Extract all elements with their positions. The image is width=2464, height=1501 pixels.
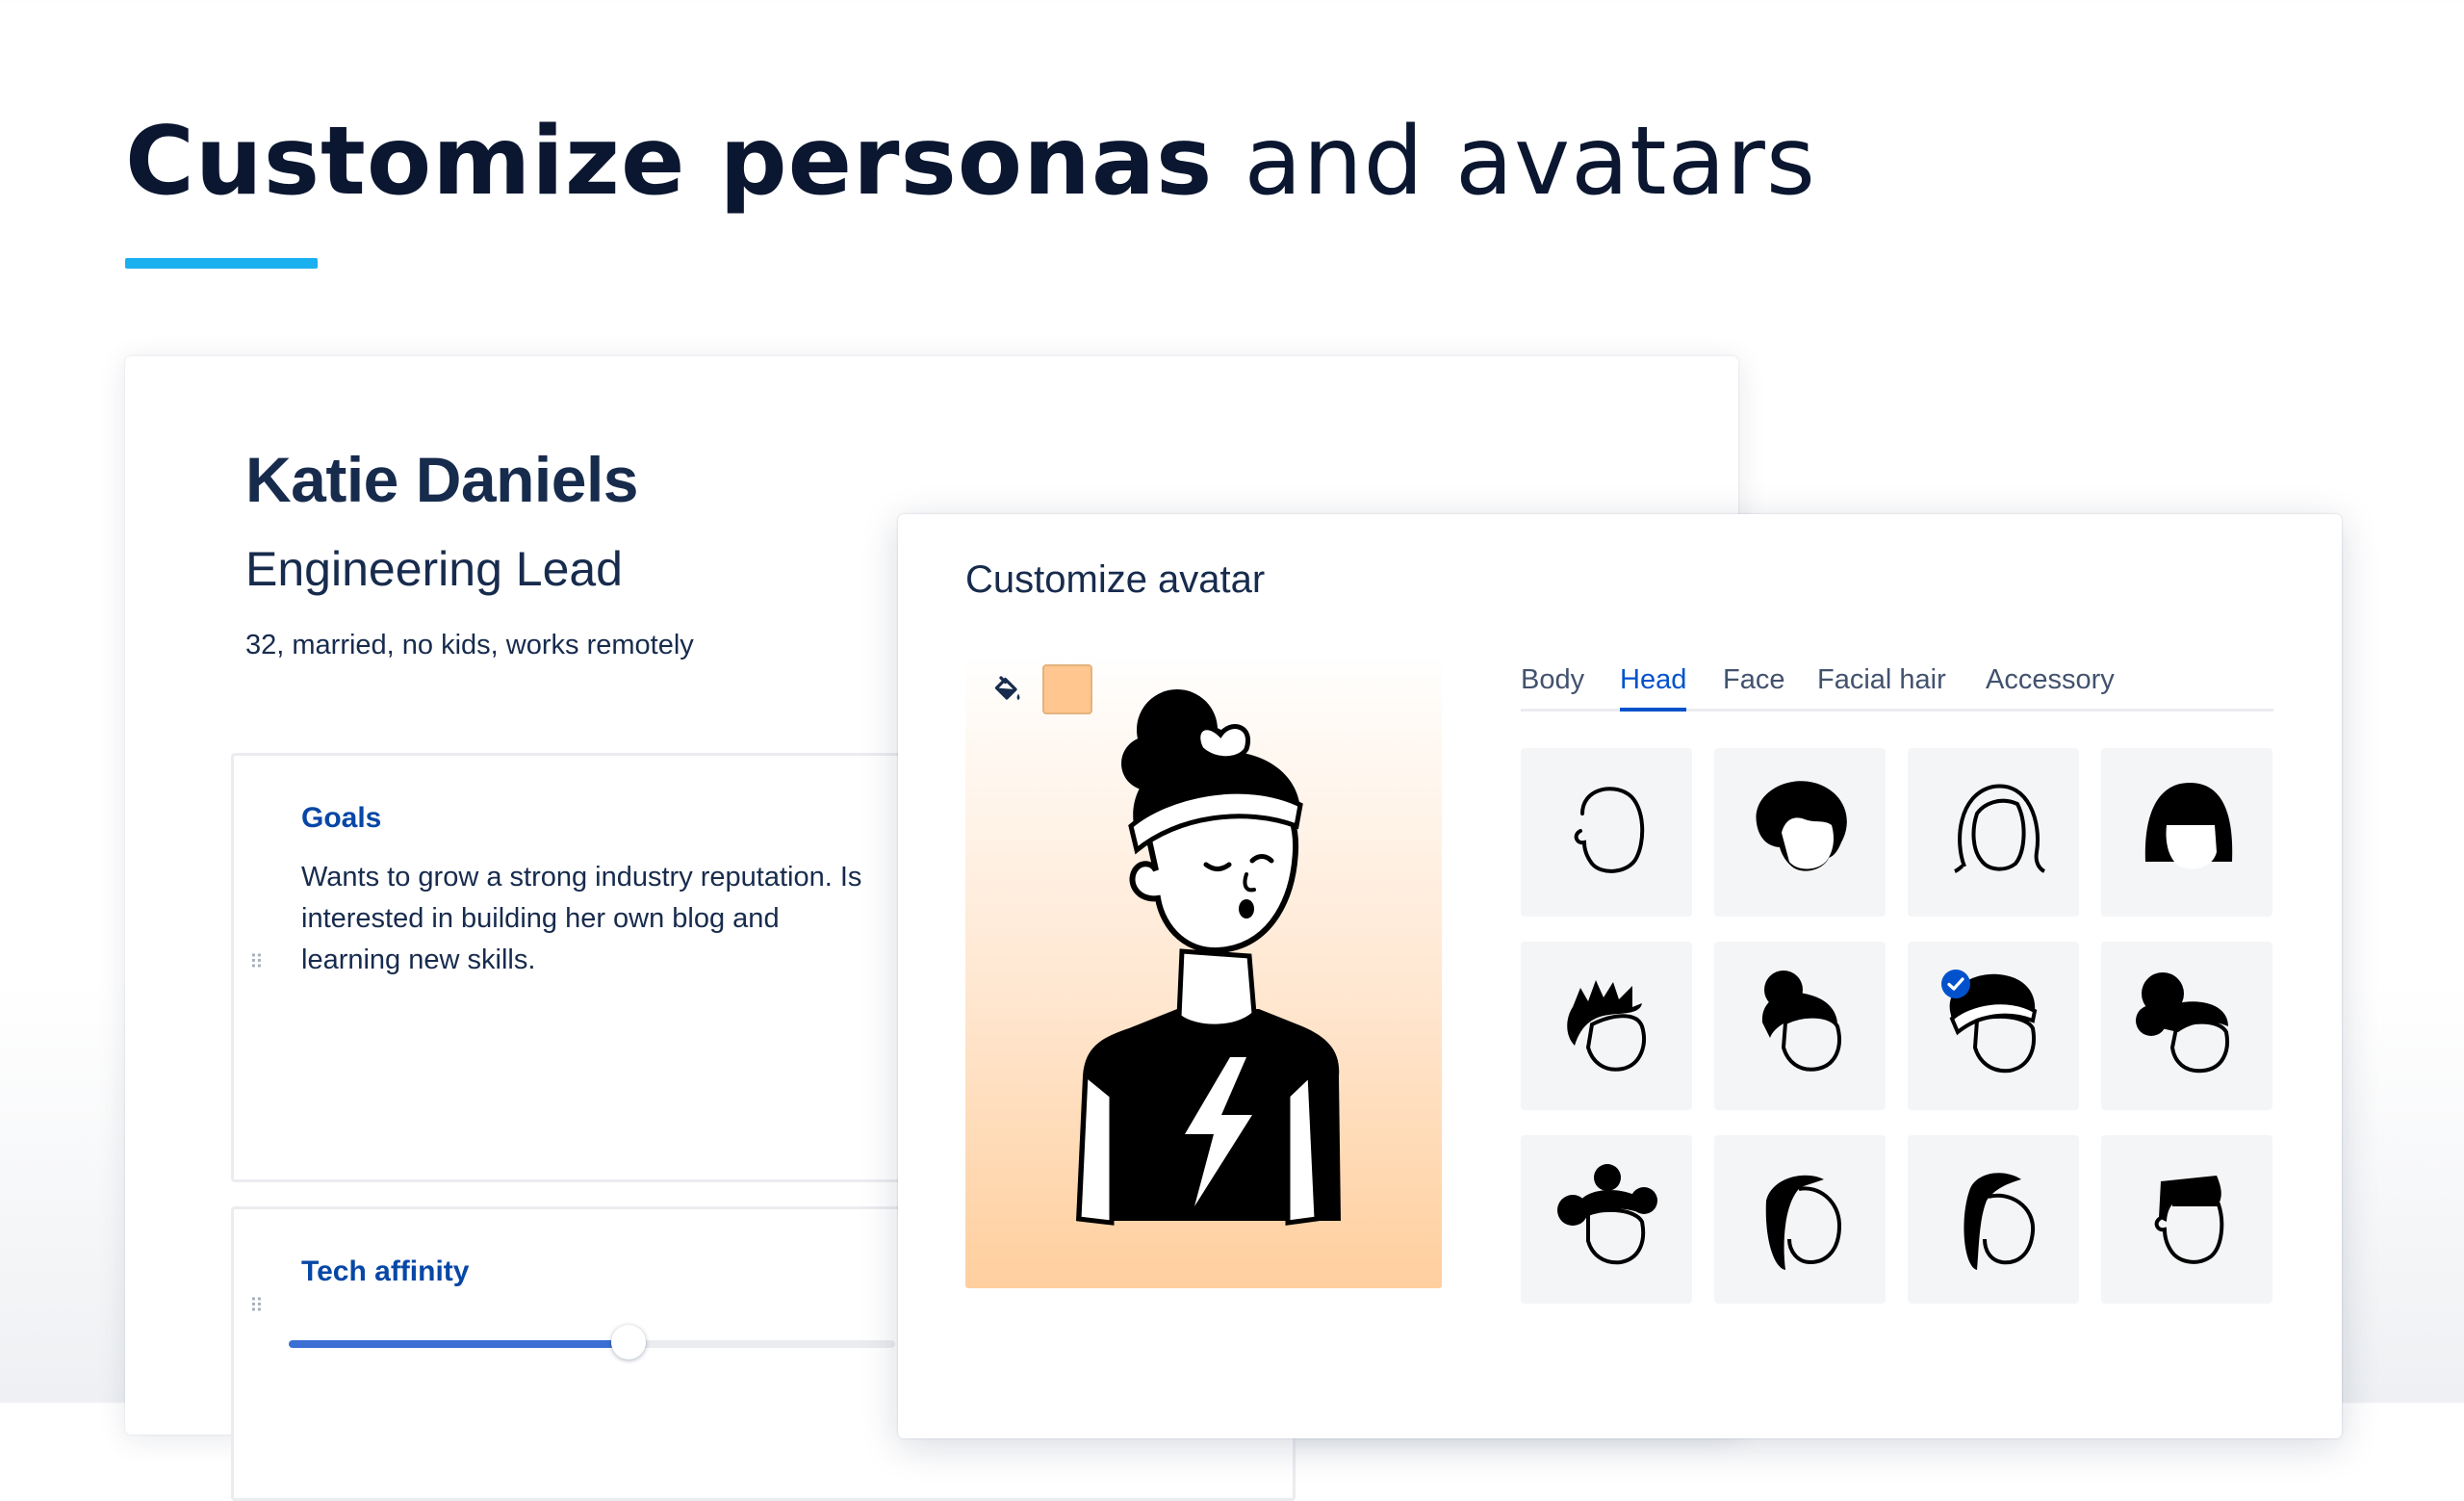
avatar-preview — [965, 653, 1442, 1288]
dialog-title: Customize avatar — [965, 558, 1266, 601]
avatar-part-tabs: Body Head Face Facial hair Accessory — [1521, 659, 2273, 712]
drag-handle-icon[interactable]: ⠿ — [249, 953, 264, 979]
persona-name[interactable]: Katie Daniels — [245, 443, 639, 516]
title-underline — [125, 258, 318, 269]
tab-accessory[interactable]: Accessory — [1986, 659, 2115, 709]
head-option[interactable] — [2101, 942, 2272, 1110]
head-option[interactable] — [1714, 1135, 1886, 1304]
slider-thumb[interactable] — [610, 1325, 646, 1359]
head-option[interactable] — [1521, 1135, 1692, 1304]
customize-avatar-dialog: Customize avatar Body Head Face Facial h… — [898, 514, 2342, 1438]
head-option-selected[interactable] — [1908, 942, 2079, 1110]
paint-bucket-icon[interactable] — [989, 672, 1024, 707]
tab-head[interactable]: Head — [1620, 659, 1687, 712]
top-bun-head-icon — [1761, 970, 1841, 1072]
page-title: Customize personas and avatars — [125, 104, 1816, 220]
curly-updo-head-icon — [2136, 972, 2229, 1074]
head-option[interactable] — [1521, 942, 1692, 1110]
spiky-hair-head-icon — [1567, 980, 1646, 1072]
goals-text[interactable]: Wants to grow a strong industry reputati… — [301, 857, 879, 981]
head-option[interactable] — [1714, 942, 1886, 1110]
head-option[interactable] — [2101, 1135, 2272, 1304]
head-option[interactable] — [1908, 1135, 2079, 1304]
tab-body[interactable]: Body — [1521, 659, 1584, 709]
tab-facial-hair[interactable]: Facial hair — [1817, 659, 1946, 709]
braid-head-icon — [1964, 1173, 2036, 1270]
ponytail-head-icon — [1765, 1175, 1842, 1270]
selected-check-icon — [1941, 970, 1970, 998]
persona-description[interactable]: 32, married, no kids, works remotely — [245, 630, 694, 661]
tech-affinity-title: Tech affinity — [301, 1255, 470, 1287]
slider-fill — [289, 1340, 629, 1348]
bob-bangs-head-icon — [2144, 783, 2233, 869]
bald-head-icon — [1574, 787, 1645, 873]
head-option[interactable] — [1714, 748, 1886, 917]
avatar-figure-icon — [1076, 689, 1341, 1226]
page-title-light: and avatars — [1244, 107, 1816, 217]
persona-role[interactable]: Engineering Lead — [245, 541, 623, 597]
goals-title: Goals — [301, 802, 382, 834]
head-option[interactable] — [1521, 748, 1692, 917]
tab-face[interactable]: Face — [1723, 659, 1784, 709]
short-crop-head-icon — [2154, 1176, 2224, 1264]
space-buns-head-icon — [1557, 1164, 1657, 1265]
head-option[interactable] — [2101, 748, 2272, 917]
page-title-bold: Customize personas — [125, 107, 1214, 217]
afro-head-icon — [1756, 781, 1847, 871]
tech-affinity-slider[interactable] — [289, 1325, 895, 1359]
drag-handle-icon[interactable]: ⠿ — [249, 1297, 264, 1323]
head-option[interactable] — [1908, 748, 2079, 917]
long-hair-head-icon — [1954, 784, 2046, 873]
